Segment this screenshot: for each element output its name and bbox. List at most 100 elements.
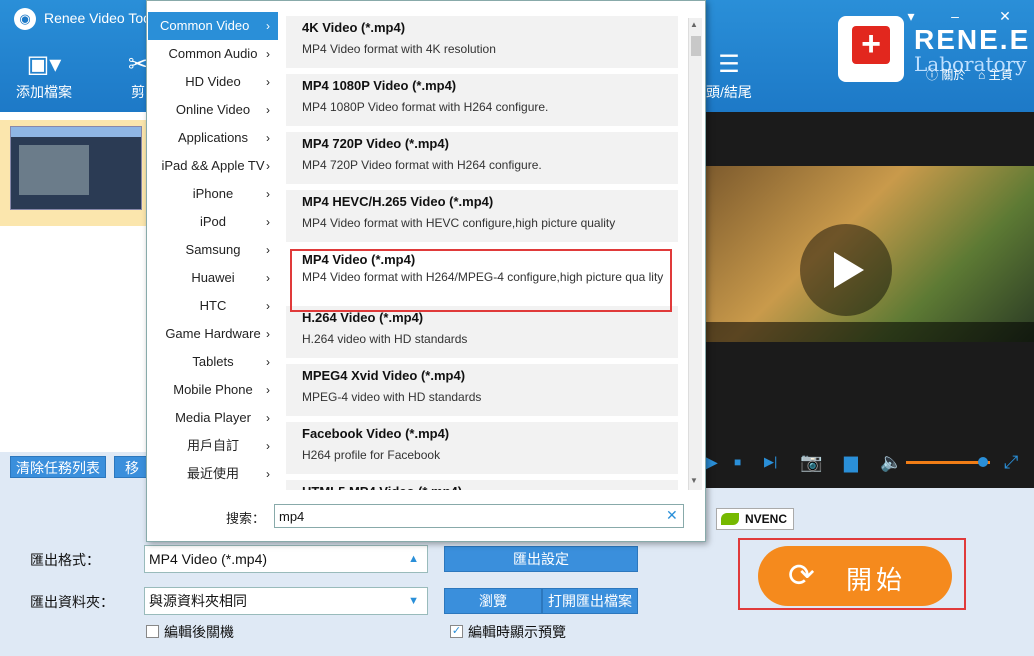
- preview-label: 編輯時顯示預覽: [468, 624, 566, 640]
- scroll-up-icon[interactable]: ▲: [690, 20, 698, 29]
- category-item[interactable]: iPod ›: [148, 208, 278, 236]
- category-label: Mobile Phone: [173, 382, 253, 397]
- category-item[interactable]: Applications ›: [148, 124, 278, 152]
- category-item[interactable]: iPad && Apple TV ›: [148, 152, 278, 180]
- format-scrollbar[interactable]: ▲ ▼: [688, 18, 702, 490]
- format-item[interactable]: MP4 HEVC/H.265 Video (*.mp4) MP4 Video fo…: [286, 190, 678, 242]
- browse-button[interactable]: 瀏覽: [444, 588, 542, 614]
- format-title: MP4 720P Video (*.mp4): [302, 136, 449, 151]
- category-item[interactable]: 用戶自訂 ›: [148, 432, 278, 460]
- category-item[interactable]: HD Video ›: [148, 68, 278, 96]
- format-item[interactable]: MP4 1080P Video (*.mp4) MP4 1080P Video f…: [286, 74, 678, 126]
- video-control-bar: [704, 322, 1034, 342]
- scrollbar-thumb[interactable]: [691, 36, 701, 56]
- trim-button[interactable]: ☰ 頭/結尾: [706, 50, 752, 102]
- format-title: HTML5 MP4 Video (*.mp4): [302, 484, 462, 490]
- category-label: Media Player: [175, 410, 251, 425]
- add-file-button[interactable]: ▣▾ 添加檔案: [16, 50, 72, 102]
- format-description: MP4 Video format with HEVC configure,hig…: [302, 216, 616, 230]
- category-item[interactable]: Online Video ›: [148, 96, 278, 124]
- open-export-file-button[interactable]: 打開匯出檔案: [542, 588, 638, 614]
- fullscreen-icon[interactable]: ⤢: [1004, 452, 1018, 472]
- screenshot-camera-icon[interactable]: 📷: [800, 452, 822, 472]
- close-button[interactable]: ✕: [996, 8, 1014, 25]
- format-item[interactable]: H.264 Video (*.mp4) H.264 video with HD s…: [286, 306, 678, 358]
- category-label: Online Video: [175, 102, 251, 117]
- add-video-icon: ▣▾: [26, 51, 62, 78]
- category-item[interactable]: HTC ›: [148, 292, 278, 320]
- category-item[interactable]: Common Audio ›: [148, 40, 278, 68]
- nvidia-icon: [721, 513, 739, 525]
- start-button[interactable]: ⟳ 開始: [758, 546, 952, 606]
- about-link[interactable]: ⓘ 關於: [926, 66, 965, 83]
- next-frame-button[interactable]: ▶|: [764, 452, 777, 472]
- category-label: HD Video: [185, 74, 241, 89]
- home-link[interactable]: ⌂ 主頁: [978, 66, 1013, 83]
- folder-icon[interactable]: ▆: [844, 452, 858, 472]
- format-description: H.264 video with HD standards: [302, 332, 468, 346]
- category-item[interactable]: Game Hardware ›: [148, 320, 278, 348]
- clear-search-icon[interactable]: ✕: [666, 507, 678, 524]
- category-item[interactable]: iPhone ›: [148, 180, 278, 208]
- category-item[interactable]: 最近使用 ›: [148, 460, 278, 488]
- category-item[interactable]: Tablets ›: [148, 348, 278, 376]
- format-title: MPEG4 Xvid Video (*.mp4): [302, 368, 466, 383]
- category-item[interactable]: Mobile Phone ›: [148, 376, 278, 404]
- chevron-right-icon: ›: [266, 243, 270, 257]
- chevron-right-icon: ›: [266, 131, 270, 145]
- category-label: Applications: [177, 130, 249, 145]
- format-title: MP4 HEVC/H.265 Video (*.mp4): [302, 194, 494, 209]
- category-item[interactable]: Huawei ›: [148, 264, 278, 292]
- format-title: Facebook Video (*.mp4): [302, 426, 450, 441]
- brand-cross-icon: +: [852, 26, 890, 64]
- scroll-down-icon[interactable]: ▼: [690, 476, 698, 485]
- chevron-right-icon: ›: [266, 215, 270, 229]
- chevron-right-icon: ›: [266, 103, 270, 117]
- chevron-right-icon: ›: [266, 271, 270, 285]
- home-label: 主頁: [988, 68, 1013, 82]
- info-icon: ⓘ: [926, 68, 939, 82]
- chevron-right-icon: ›: [266, 19, 270, 33]
- format-title: H.264 Video (*.mp4): [302, 310, 424, 325]
- export-format-select[interactable]: MP4 Video (*.mp4) ▲: [144, 545, 428, 573]
- app-logo-icon: ◉: [14, 8, 36, 30]
- search-input[interactable]: [274, 504, 684, 528]
- about-label: 關於: [941, 68, 966, 82]
- shutdown-label: 編輯後關機: [164, 624, 234, 640]
- chevron-right-icon: ›: [266, 355, 270, 369]
- format-item[interactable]: MPEG4 Xvid Video (*.mp4) MPEG-4 video wit…: [286, 364, 678, 416]
- category-label: HTC: [199, 298, 227, 313]
- clear-task-list-button[interactable]: 清除任務列表: [10, 456, 106, 478]
- export-settings-button[interactable]: 匯出設定: [444, 546, 638, 572]
- move-button[interactable]: 移: [114, 456, 150, 478]
- volume-icon[interactable]: 🔈: [880, 452, 902, 472]
- category-label: iPad && Apple TV: [161, 158, 265, 173]
- export-format-label: 匯出格式：: [30, 552, 100, 568]
- category-item[interactable]: Common Video ›: [148, 12, 278, 40]
- refresh-icon: ⟳: [788, 557, 815, 593]
- stop-button[interactable]: ■: [734, 452, 741, 472]
- selected-format-highlight: [290, 249, 672, 312]
- play-button[interactable]: ▶: [704, 452, 718, 472]
- format-title: MP4 1080P Video (*.mp4): [302, 78, 457, 93]
- category-label: 最近使用: [186, 466, 239, 481]
- format-description: MPEG-4 video with HD standards: [302, 390, 482, 404]
- format-description: MP4 1080P Video format with H264 configu…: [302, 100, 549, 114]
- category-label: Common Video: [160, 18, 250, 33]
- chevron-right-icon: ›: [266, 187, 270, 201]
- format-item[interactable]: MP4 720P Video (*.mp4) MP4 720P Video for…: [286, 132, 678, 184]
- chevron-right-icon: ›: [266, 439, 270, 453]
- trim-label: 頭/結尾: [706, 84, 752, 100]
- format-item[interactable]: Facebook Video (*.mp4) H264 profile for F…: [286, 422, 678, 474]
- format-item[interactable]: HTML5 MP4 Video (*.mp4): [286, 480, 678, 490]
- shutdown-checkbox[interactable]: [146, 625, 159, 638]
- preview-checkbox[interactable]: ✓: [450, 625, 463, 638]
- export-folder-label: 匯出資料夾：: [30, 594, 114, 610]
- file-thumbnail[interactable]: [10, 126, 142, 210]
- minimize-button[interactable]: –: [946, 8, 964, 24]
- category-item[interactable]: Media Player ›: [148, 404, 278, 432]
- pin-button[interactable]: ▾: [902, 8, 920, 25]
- export-folder-select[interactable]: 與源資料夾相同 ▼: [144, 587, 428, 615]
- category-item[interactable]: Samsung ›: [148, 236, 278, 264]
- format-item[interactable]: 4K Video (*.mp4) MP4 Video format with 4K…: [286, 16, 678, 68]
